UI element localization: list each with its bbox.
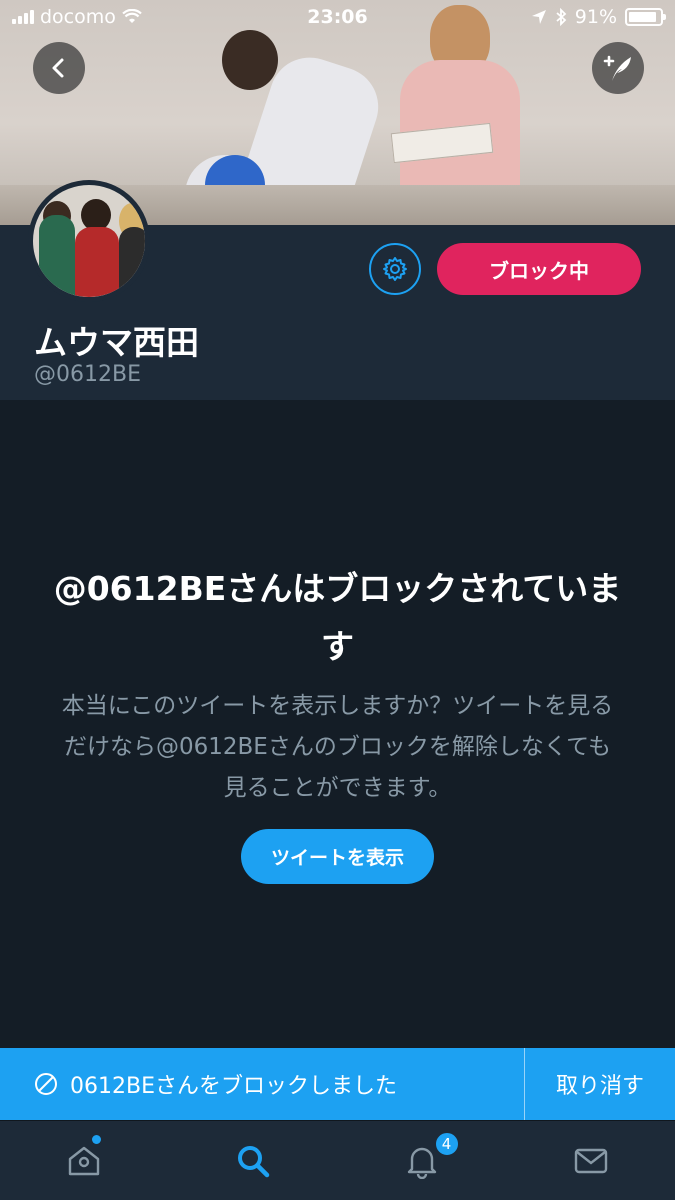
blocked-button[interactable]: ブロック中: [437, 243, 641, 295]
block-icon: [35, 1073, 57, 1095]
tab-home[interactable]: [0, 1121, 169, 1200]
status-bar: docomo 23:06 91%: [0, 0, 675, 34]
blocked-notice-area: @0612BEさんはブロックされています 本当にこのツイートを表示しますか？ツイ…: [0, 400, 675, 1048]
undo-button[interactable]: 取り消す: [525, 1068, 675, 1100]
location-icon: [531, 10, 546, 24]
user-handle: @0612BE: [34, 362, 141, 387]
home-icon: [69, 1146, 100, 1175]
carrier-label: docomo: [40, 6, 116, 28]
show-tweets-button[interactable]: ツイートを表示: [241, 829, 434, 884]
battery-icon: [625, 8, 666, 26]
home-unread-dot: [92, 1135, 101, 1144]
compose-tweet-button[interactable]: [592, 42, 644, 94]
tab-notifications[interactable]: 4: [338, 1121, 507, 1200]
blocked-notice-body: 本当にこのツイートを表示しますか？ツイートを見るだけなら@0612BEさんのブロ…: [61, 693, 614, 801]
search-icon: [238, 1145, 270, 1177]
battery-percent: 91%: [574, 6, 617, 28]
avatar[interactable]: [28, 180, 150, 302]
compose-tweet-icon: [603, 55, 631, 81]
toast-message: 0612BEさんをブロックしました: [70, 1074, 397, 1099]
blocked-notice-title: @0612BEさんはブロックされています: [53, 569, 622, 666]
block-toast: 0612BEさんをブロックしました 取り消す: [0, 1048, 675, 1120]
back-button[interactable]: [33, 42, 85, 94]
wifi-icon: [122, 9, 142, 23]
status-time: 23:06: [307, 6, 368, 28]
tab-bar: 4: [0, 1120, 675, 1200]
chevron-left-icon: [52, 58, 64, 78]
profile-settings-button[interactable]: [369, 243, 421, 295]
notifications-badge: 4: [433, 1131, 460, 1157]
display-name: ムウマ西田: [34, 323, 199, 362]
tab-messages[interactable]: [506, 1121, 675, 1200]
gear-icon: [383, 257, 407, 281]
signal-icon: [12, 10, 34, 24]
bluetooth-icon: [556, 8, 567, 26]
tab-search[interactable]: [169, 1121, 338, 1200]
messages-icon: [574, 1148, 607, 1173]
